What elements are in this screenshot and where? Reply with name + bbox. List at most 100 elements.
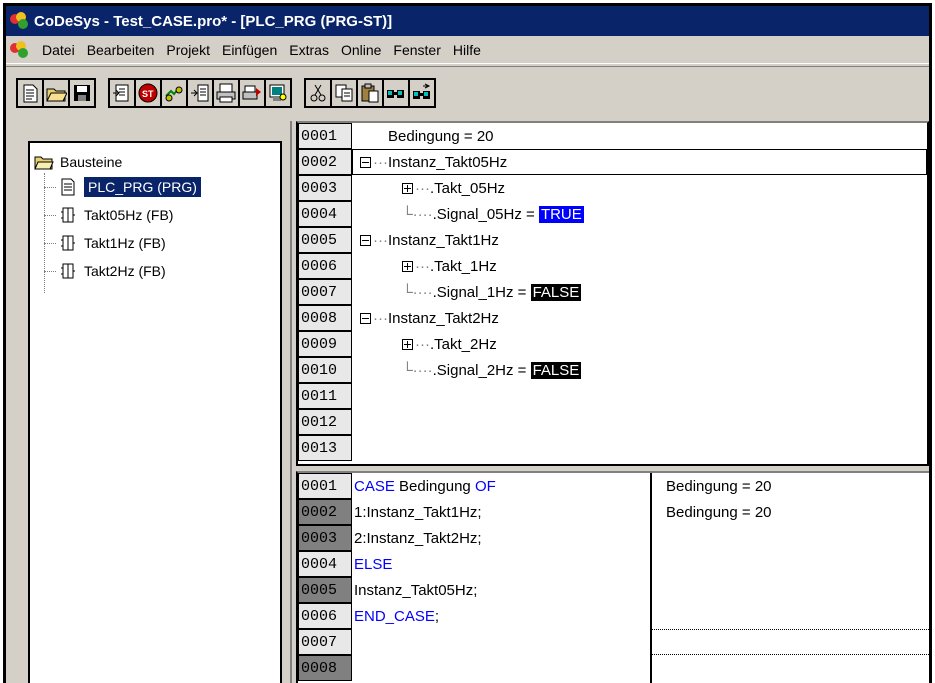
monitor-value: Bedingung = 20 [666,503,772,521]
copy-icon [335,84,353,101]
tree-item-label: Takt05Hz (FB) [84,207,174,223]
new-button[interactable] [16,77,44,108]
menu-projekt[interactable]: Projekt [160,42,216,58]
line-number: 0005 [298,227,352,253]
line-number: 0004 [298,551,352,577]
print-button[interactable] [212,77,240,108]
line-number: 0006 [298,253,352,279]
tree-root-bausteine[interactable]: Bausteine [34,149,122,175]
value-false-badge[interactable]: FALSE [530,361,582,379]
decl-signal-2hz[interactable]: └···· .Signal_2Hz = FALSE [402,357,582,383]
code-editor[interactable]: 0001 0002 0003 0004 0005 0006 0007 0008 … [296,471,929,683]
run-button[interactable] [160,77,188,108]
function-block-icon [58,262,78,280]
document-menu-icon[interactable] [10,40,30,59]
login-icon [113,84,129,101]
decl-takt-1hz[interactable]: ··· .Takt_1Hz [402,253,497,279]
line-number: 0002 [298,149,352,175]
expand-icon[interactable] [402,182,413,194]
tree-item-takt1hz[interactable]: Takt1Hz (FB) [58,230,166,256]
tree-item-plc-prg[interactable]: PLC_PRG (PRG) [58,174,201,200]
tree-connector [44,215,56,216]
collapse-icon[interactable] [360,312,371,324]
line-number: 0012 [298,409,352,435]
replace-button[interactable] [408,77,436,108]
pou-tree: Bausteine PLC_PRG (PRG) Takt05Hz (FB) Ta… [28,141,282,683]
line-number: 0007 [298,279,352,305]
new-icon [23,84,38,102]
save-button[interactable] [68,77,96,108]
function-block-icon [58,206,78,224]
code-line-case[interactable]: CASE Bedingung OF [354,473,496,499]
find-button[interactable] [382,77,410,108]
tree-root-label: Bausteine [60,154,123,170]
stop-button[interactable]: ST [134,77,162,108]
menu-extras[interactable]: Extras [283,42,335,58]
replace-icon [413,83,431,99]
print-preview-button[interactable] [238,77,266,108]
tree-connector [44,187,56,188]
collapse-icon[interactable] [360,156,371,168]
monitor-button[interactable] [264,77,292,108]
decl-instanz-takt05hz[interactable]: ··· Instanz_Takt05Hz [360,149,507,175]
folder-open-icon [34,153,54,171]
monitoring-column: Bedingung = 20 Bedingung = 20 [650,473,929,683]
copy-button[interactable] [330,77,358,108]
decl-instanz-takt1hz[interactable]: ··· Instanz_Takt1Hz [360,227,499,253]
tree-item-takt05hz[interactable]: Takt05Hz (FB) [58,202,173,228]
toolbar: ST [6,66,929,118]
value-true-badge[interactable]: TRUE [538,205,584,223]
monitor-icon [269,84,287,101]
decl-takt-2hz[interactable]: ··· .Takt_2Hz [402,331,497,357]
find-icon [387,89,404,98]
login-button[interactable] [108,77,136,108]
menu-datei[interactable]: Datei [36,42,81,58]
declaration-editor[interactable]: 0001 0002 0003 0004 0005 0006 0007 0008 … [296,121,929,466]
code-line-case1[interactable]: 1:Instanz_Takt1Hz; [354,499,482,525]
menu-einfuegen[interactable]: Einfügen [216,42,283,58]
step-button[interactable] [186,77,214,108]
stop-icon: ST [138,83,158,102]
step-icon [191,84,209,101]
open-button[interactable] [42,77,70,108]
tree-connector [44,243,56,244]
expand-icon[interactable] [402,260,413,272]
code-line-else[interactable]: ELSE [354,551,392,577]
line-number: 0008 [298,305,352,331]
value-false-badge[interactable]: FALSE [530,283,582,301]
menu-bar: Datei Bearbeiten Projekt Einfügen Extras… [6,36,929,64]
code-line-default[interactable]: Instanz_Takt05Hz; [354,577,477,603]
line-number: 0007 [298,629,352,655]
line-number: 0008 [298,655,352,681]
line-number: 0003 [298,525,352,551]
tree-connector [44,271,56,272]
cut-button[interactable] [304,77,332,108]
line-number: 0002 [298,499,352,525]
expand-icon[interactable] [402,338,413,350]
decl-takt-05hz[interactable]: ··· .Takt_05Hz [402,175,505,201]
menu-hilfe[interactable]: Hilfe [447,42,487,58]
function-block-icon [58,234,78,252]
paste-icon [361,83,379,102]
decl-bedingung[interactable]: Bedingung = 20 [388,123,494,149]
menu-online[interactable]: Online [335,42,387,58]
decl-signal-1hz[interactable]: └···· .Signal_1Hz = FALSE [402,279,582,305]
cut-icon [310,84,326,101]
program-icon [58,178,78,196]
collapse-icon[interactable] [360,234,371,246]
code-line-end-case[interactable]: END_CASE; [354,603,439,629]
menu-bearbeiten[interactable]: Bearbeiten [81,42,161,58]
code-line-case2[interactable]: 2:Instanz_Takt2Hz; [354,525,482,551]
line-number: 0001 [298,123,352,149]
decl-signal-05hz[interactable]: └···· .Signal_05Hz = TRUE [402,201,584,227]
title-bar: CoDeSys - Test_CASE.pro* - [PLC_PRG (PRG… [6,6,929,36]
svg-text:ST: ST [142,89,154,99]
tree-item-takt2hz[interactable]: Takt2Hz (FB) [58,258,166,284]
print-preview-icon [242,85,261,99]
run-icon [165,86,183,101]
line-number: 0013 [298,435,352,461]
paste-button[interactable] [356,77,384,108]
decl-instanz-takt2hz[interactable]: ··· Instanz_Takt2Hz [360,305,499,331]
line-number: 0010 [298,357,352,383]
menu-fenster[interactable]: Fenster [387,42,446,58]
